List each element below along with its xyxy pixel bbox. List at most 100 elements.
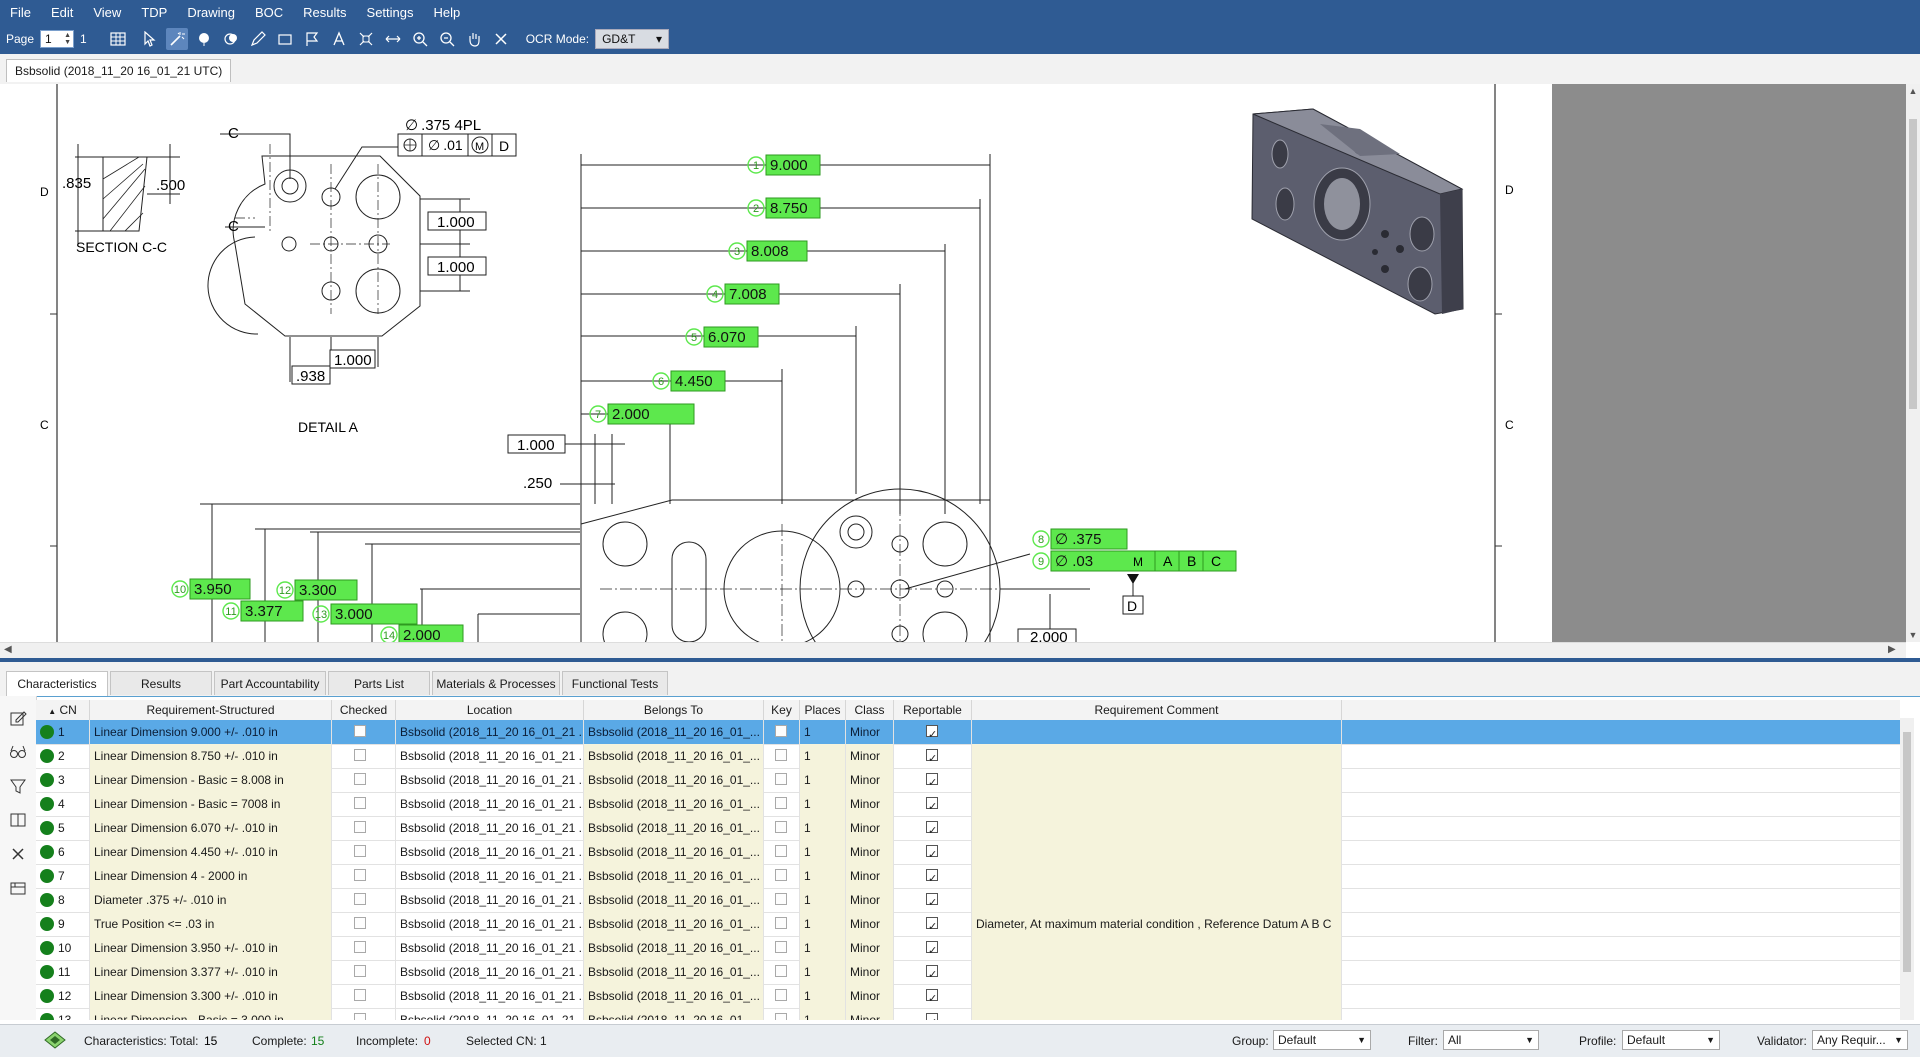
cell-class[interactable]: Minor [846,864,894,888]
cell-belongs-to[interactable]: Bsbsolid (2018_11_20 16_01_... [584,984,764,1008]
drawing-canvas[interactable]: D C D C .835 .500 SECTION C-C C C ∅ .375 … [0,84,1906,642]
cell-comment[interactable] [972,816,1342,840]
cell-requirement[interactable]: Linear Dimension 8.750 +/- .010 in [90,744,332,768]
reportable-checkbox[interactable] [926,1011,938,1020]
cell-places[interactable]: 1 [800,888,846,912]
drawing-vertical-scrollbar[interactable]: ▲ ▼ [1906,84,1920,642]
cell-comment[interactable] [972,864,1342,888]
tab-functional-tests[interactable]: Functional Tests [562,671,668,695]
key-checkbox[interactable] [775,869,787,881]
scroll-left-icon[interactable]: ◀ [4,644,12,655]
tab-part-accountability[interactable]: Part Accountability [214,671,326,695]
column-header-key[interactable]: Key [764,700,800,720]
cell-comment[interactable] [972,1008,1342,1020]
cell-belongs-to[interactable]: Bsbsolid (2018_11_20 16_01_... [584,888,764,912]
cell-requirement[interactable]: True Position <= .03 in [90,912,332,936]
balloon-12[interactable]: 12 3.300 [276,579,358,601]
scroll-right-icon[interactable]: ▶ [1888,644,1896,655]
menu-tdp[interactable]: TDP [131,5,177,20]
document-tab[interactable]: Bsbsolid (2018_11_20 16_01_21 UTC) [6,59,232,82]
balloon-14[interactable]: 14 2.000 [380,624,464,642]
cell-comment[interactable] [972,936,1342,960]
cell-requirement[interactable]: Linear Dimension 4.450 +/- .010 in [90,840,332,864]
checked-checkbox[interactable] [354,893,366,905]
cell-belongs-to[interactable]: Bsbsolid (2018_11_20 16_01_... [584,864,764,888]
cell-location[interactable]: Bsbsolid (2018_11_20 16_01_21 ... [396,1008,584,1020]
column-header-belongs-to[interactable]: Belongs To [584,700,764,720]
cell-location[interactable]: Bsbsolid (2018_11_20 16_01_21 ... [396,984,584,1008]
checked-checkbox[interactable] [354,1013,366,1020]
cell-places[interactable]: 1 [800,816,846,840]
column-header-requirement[interactable]: Requirement-Structured [90,700,332,720]
cell-belongs-to[interactable]: Bsbsolid (2018_11_20 16_01_... [584,768,764,792]
key-checkbox[interactable] [775,1013,787,1020]
cell-class[interactable]: Minor [846,960,894,984]
cell-comment[interactable] [972,744,1342,768]
cell-class[interactable]: Minor [846,984,894,1008]
tab-characteristics[interactable]: Characteristics [6,671,108,696]
checked-checkbox[interactable] [354,845,366,857]
cell-class[interactable]: Minor [846,720,894,744]
column-header-places[interactable]: Places [800,700,846,720]
balloon-7[interactable]: 7 2.000 [589,403,695,425]
cell-location[interactable]: Bsbsolid (2018_11_20 16_01_21 ... [396,720,584,744]
menu-drawing[interactable]: Drawing [177,5,245,20]
group-select[interactable]: Default ▼ [1273,1030,1371,1050]
cell-location[interactable]: Bsbsolid (2018_11_20 16_01_21 ... [396,960,584,984]
cell-requirement[interactable]: Linear Dimension 3.377 +/- .010 in [90,960,332,984]
cell-belongs-to[interactable]: Bsbsolid (2018_11_20 16_01_... [584,816,764,840]
cell-comment[interactable] [972,888,1342,912]
cell-comment[interactable] [972,720,1342,744]
zoom-out-icon[interactable] [436,28,458,50]
reportable-checkbox[interactable] [926,771,938,792]
reportable-checkbox[interactable] [926,891,938,912]
cell-places[interactable]: 1 [800,792,846,816]
table-row[interactable]: 8 Diameter .375 +/- .010 in Bsbsolid (2018… [36,888,1900,913]
column-header-comment[interactable]: Requirement Comment [972,700,1342,720]
reportable-checkbox[interactable] [926,987,938,1008]
cell-belongs-to[interactable]: Bsbsolid (2018_11_20 16_01_... [584,1008,764,1020]
cell-class[interactable]: Minor [846,840,894,864]
checked-checkbox[interactable] [354,941,366,953]
text-icon[interactable] [328,28,350,50]
cell-places[interactable]: 1 [800,768,846,792]
tab-materials-processes[interactable]: Materials & Processes [432,671,560,695]
reportable-checkbox[interactable] [926,819,938,840]
menu-boc[interactable]: BOC [245,5,293,20]
close-x-icon[interactable] [490,28,512,50]
cell-class[interactable]: Minor [846,792,894,816]
cell-location[interactable]: Bsbsolid (2018_11_20 16_01_21 ... [396,888,584,912]
delete-x-icon[interactable] [8,844,28,864]
key-checkbox[interactable] [775,917,787,929]
balloon-1[interactable]: 1 9.000 [747,154,821,176]
checked-checkbox[interactable] [354,989,366,1001]
grid-icon[interactable] [107,28,129,50]
key-checkbox[interactable] [775,845,787,857]
cell-places[interactable]: 1 [800,960,846,984]
scroll-thumb[interactable] [1903,732,1911,972]
cell-places[interactable]: 1 [800,936,846,960]
pencil-icon[interactable] [247,28,269,50]
balloon-13[interactable]: 13 3.000 [312,603,418,625]
reportable-checkbox[interactable] [926,723,938,744]
reportable-checkbox[interactable] [926,843,938,864]
table-row[interactable]: 4 Linear Dimension - Basic = 7008 in Bsbso… [36,792,1900,817]
table-row[interactable]: 7 Linear Dimension 4 - 2000 in Bsbsolid (2… [36,864,1900,889]
key-checkbox[interactable] [775,821,787,833]
cell-places[interactable]: 1 [800,912,846,936]
key-checkbox[interactable] [775,989,787,1001]
cell-comment[interactable]: Diameter, At maximum material condition … [972,912,1342,936]
balloon-11[interactable]: 11 3.377 [222,600,304,622]
reportable-checkbox[interactable] [926,939,938,960]
fit-width-icon[interactable] [382,28,404,50]
filter-icon[interactable] [8,776,28,796]
cell-class[interactable]: Minor [846,936,894,960]
key-checkbox[interactable] [775,749,787,761]
ocr-mode-select[interactable]: GD&T ▾ [595,29,670,49]
pan-hand-icon[interactable] [463,28,485,50]
balloon-2[interactable]: 2 8.750 [747,197,821,219]
zoom-in-icon[interactable] [409,28,431,50]
glasses-icon[interactable] [8,742,28,762]
cell-belongs-to[interactable]: Bsbsolid (2018_11_20 16_01_... [584,936,764,960]
cell-location[interactable]: Bsbsolid (2018_11_20 16_01_21 ... [396,768,584,792]
